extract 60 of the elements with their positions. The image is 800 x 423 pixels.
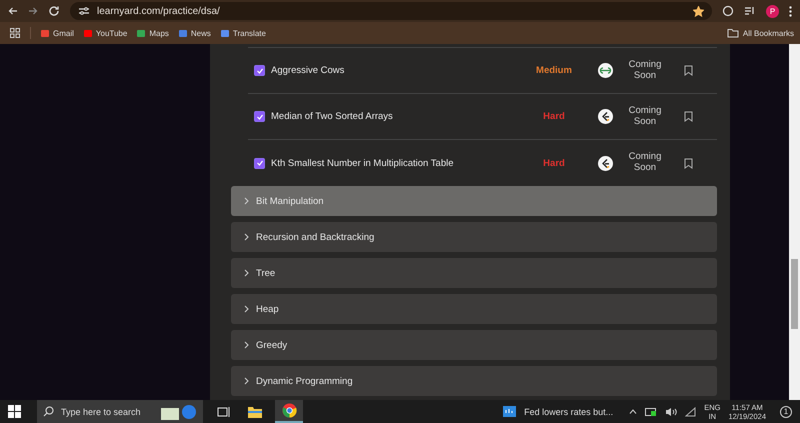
folder-icon	[726, 28, 739, 38]
profile-avatar[interactable]: P	[766, 4, 779, 18]
section-header[interactable]: Dynamic Programming	[231, 366, 717, 396]
difficulty-label: Hard	[542, 111, 566, 122]
checkbox[interactable]	[254, 111, 265, 122]
section-header[interactable]: Bit Manipulation	[231, 186, 717, 216]
platform-logo-icon[interactable]	[598, 109, 613, 124]
chevron-icon	[244, 197, 249, 205]
search-icon	[43, 406, 54, 417]
chevron-up-icon[interactable]	[629, 409, 638, 414]
bookmark-icon[interactable]	[684, 65, 693, 76]
site-settings-icon[interactable]	[78, 6, 90, 16]
notification-badge[interactable]: 1	[780, 406, 792, 418]
back-arrow-icon[interactable]	[8, 7, 18, 15]
status-text: Coming Soon	[628, 60, 662, 82]
problem-title[interactable]: Median of Two Sorted Arrays	[271, 111, 524, 122]
problem-title[interactable]: Aggressive Cows	[271, 65, 524, 76]
news-widget-icon[interactable]	[503, 406, 516, 417]
menu-icon[interactable]	[789, 6, 792, 16]
url-text: learnyard.com/practice/dsa/	[97, 6, 221, 16]
bookmark-link[interactable]: Maps	[137, 28, 169, 38]
checkbox[interactable]	[254, 158, 265, 168]
windows-start-icon[interactable]	[8, 405, 21, 418]
bookmark-icon[interactable]	[684, 111, 693, 122]
bookmark-link[interactable]: Translate	[220, 28, 266, 38]
difficulty-label: Medium	[535, 65, 573, 76]
chevron-icon	[244, 305, 249, 313]
difficulty-label: Hard	[542, 158, 566, 168]
forward-arrow-icon[interactable]	[28, 7, 38, 15]
all-bookmarks-link[interactable]: All Bookmarks	[726, 28, 794, 38]
platform-logo-icon[interactable]	[598, 156, 613, 170]
media-icon[interactable]	[744, 6, 756, 16]
speaker-icon[interactable]	[665, 406, 678, 416]
section-header[interactable]: Heap	[231, 294, 717, 324]
news-ticker-text[interactable]: Fed lowers rates but...	[524, 406, 614, 416]
star-icon[interactable]	[693, 6, 704, 16]
section-header[interactable]: Tree	[231, 258, 717, 288]
browser-taskbar-icon[interactable]	[275, 400, 303, 423]
taskbar-search-field[interactable]: Type here to search	[37, 400, 203, 423]
apps-grid-icon[interactable]	[10, 28, 20, 38]
bookmark-icon[interactable]	[684, 158, 693, 168]
chevron-icon	[244, 341, 249, 349]
scrollbar[interactable]	[789, 44, 800, 400]
checkbox[interactable]	[254, 65, 265, 76]
bookmark-link[interactable]: YouTube	[84, 28, 128, 38]
problem-title[interactable]: Kth Smallest Number in Multiplication Table	[271, 158, 524, 168]
chevron-icon	[244, 269, 249, 277]
task-view-icon[interactable]	[216, 406, 230, 418]
bookmark-link[interactable]: News	[178, 28, 211, 38]
folder-icon[interactable]	[248, 406, 262, 418]
chevron-icon	[244, 233, 249, 241]
address-bar[interactable]: learnyard.com/practice/dsa/	[70, 2, 712, 20]
chevron-icon	[244, 377, 249, 385]
section-header[interactable]: Recursion and Backtracking	[231, 222, 717, 252]
reload-icon[interactable]	[48, 5, 60, 17]
status-text: Coming Soon	[628, 152, 662, 174]
bookmark-link[interactable]: Gmail	[41, 28, 74, 38]
status-text: Coming Soon	[628, 106, 662, 128]
section-header[interactable]: Greedy	[231, 330, 717, 360]
platform-logo-icon[interactable]	[598, 63, 613, 78]
